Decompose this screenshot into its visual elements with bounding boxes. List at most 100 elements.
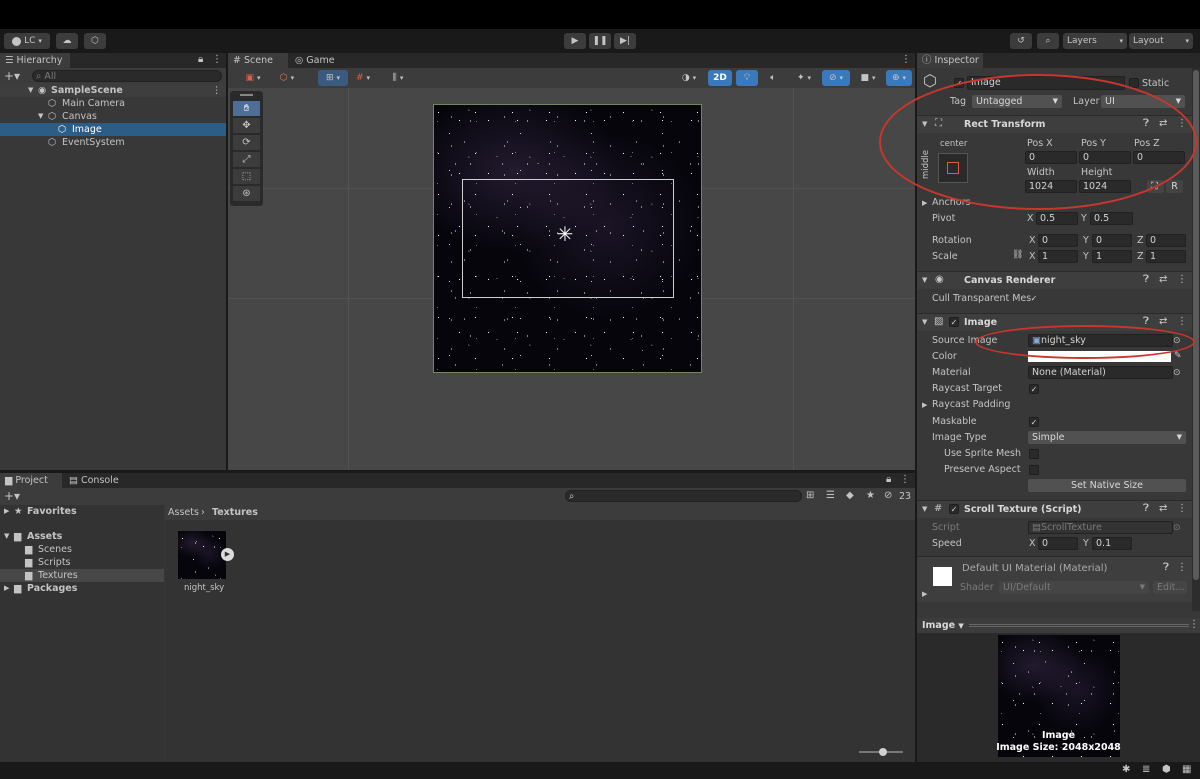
speed-y-input[interactable]: 0.1 xyxy=(1092,537,1132,550)
collab-button[interactable]: ⬡ xyxy=(84,33,106,49)
pause-button[interactable]: ❚❚ xyxy=(589,33,611,49)
link-icon[interactable]: ⛓ xyxy=(1012,249,1023,261)
speed-x-input[interactable]: 0 xyxy=(1038,537,1078,550)
menu-icon[interactable]: ⋮ xyxy=(212,84,222,97)
maskable-checkbox[interactable]: ✓ xyxy=(1029,417,1039,427)
scroll-texture-header[interactable]: ▼ # ✓ Scroll Texture (Script) ❓︎ ⇄ ⋮ xyxy=(917,500,1200,518)
hand-tool-button[interactable]: ✋︎ xyxy=(233,101,260,116)
list-item-selected[interactable]: ⬡ Image xyxy=(0,123,226,136)
add-icon[interactable]: +▾ xyxy=(4,490,20,502)
project-search-input[interactable]: ⌕ xyxy=(565,490,802,502)
scroll-texture-enabled-checkbox[interactable]: ✓ xyxy=(949,504,959,514)
rotation-z-input[interactable]: 0 xyxy=(1146,234,1186,247)
pivot-x-input[interactable]: 0.5 xyxy=(1036,212,1078,225)
audio-toggle[interactable]: 🔈︎ xyxy=(762,70,784,86)
label-icon[interactable]: ◆ xyxy=(846,490,854,502)
visibility-button[interactable]: ⊘ ▾ xyxy=(822,70,850,86)
cloud-button[interactable]: ☁ xyxy=(56,33,78,49)
play-icon[interactable]: ▶ xyxy=(221,548,234,561)
tab-hierarchy[interactable]: ☰ Hierarchy xyxy=(0,53,70,68)
chevron-right-icon[interactable]: ▶ xyxy=(922,197,927,209)
set-native-size-button[interactable]: Set Native Size xyxy=(1028,479,1186,492)
menu-icon[interactable]: ⋮ xyxy=(1189,619,1199,631)
add-icon[interactable]: +▾ xyxy=(4,70,20,82)
menu-icon[interactable]: ⋮ xyxy=(1177,503,1187,515)
pivot-y-input[interactable]: 0.5 xyxy=(1090,212,1133,225)
menu-icon[interactable]: ⋮ xyxy=(1177,274,1187,286)
menu-icon[interactable]: ⋮ xyxy=(212,54,222,66)
preset-icon[interactable]: ⇄ xyxy=(1159,503,1167,515)
list-item[interactable]: ⬡ Main Camera xyxy=(0,97,226,110)
scale-y-input[interactable]: 1 xyxy=(1092,250,1132,263)
bug-icon[interactable]: ✱ xyxy=(1122,764,1130,776)
database-icon[interactable]: ≣ xyxy=(1142,764,1150,776)
effects-button[interactable]: ✦ ▾ xyxy=(790,70,818,86)
layout-dropdown[interactable]: Layout ▾ xyxy=(1129,33,1193,49)
tab-scene[interactable]: # Scene xyxy=(228,53,288,68)
rotation-x-input[interactable]: 0 xyxy=(1038,234,1078,247)
breadcrumb-assets[interactable]: Assets xyxy=(168,506,199,519)
list-item[interactable]: ⬡ EventSystem xyxy=(0,136,226,149)
notification-icon[interactable]: ▦ xyxy=(1182,764,1191,776)
scene-viewport[interactable]: ✳ ✋︎ ✥ ⟳ ⤢ ⬚ ⊛ xyxy=(228,88,915,470)
gizmo-cube-button[interactable]: ⬡ ▾ xyxy=(272,70,302,86)
camera-button[interactable]: ■ ▾ xyxy=(854,70,882,86)
tab-console[interactable]: ▤ Console xyxy=(64,473,126,488)
tree-item-scenes[interactable]: ▆ Scenes xyxy=(0,543,164,556)
raw-edit-button[interactable]: R xyxy=(1166,180,1183,193)
package-icon[interactable]: ⬢ xyxy=(1162,764,1171,776)
preview-dropdown[interactable]: Image ▼ xyxy=(922,619,964,633)
history-button[interactable]: ↺ xyxy=(1010,33,1032,49)
preset-icon[interactable]: ⇄ xyxy=(1159,316,1167,328)
tab-inspector[interactable]: ⓘ Inspector xyxy=(917,53,983,68)
help-icon[interactable]: ❓︎ xyxy=(1163,562,1169,574)
eyedropper-icon[interactable]: ✎ xyxy=(1174,350,1182,362)
draw-mode-button[interactable]: ▣ ▾ xyxy=(238,70,268,86)
snap-button[interactable]: ⊞ ▾ xyxy=(318,70,348,86)
account-dropdown[interactable]: LC ▾ xyxy=(4,33,50,49)
transform-tool-button[interactable]: ⊛ xyxy=(233,186,260,201)
menu-icon[interactable]: ⋮ xyxy=(1177,562,1187,574)
image-type-dropdown[interactable]: Simple ▼ xyxy=(1028,431,1186,444)
shader-dropdown[interactable]: UI/Default ▼ xyxy=(999,581,1149,594)
increment-snap-button[interactable]: ⫼ ▾ xyxy=(380,70,416,86)
drag-handle[interactable] xyxy=(969,624,1189,627)
tree-item-packages[interactable]: ▶ ▆ Packages xyxy=(0,582,164,595)
search-by-type-icon[interactable]: ⊞ xyxy=(806,490,814,502)
tab-project[interactable]: ▆ Project xyxy=(0,473,62,488)
play-button[interactable]: ▶ xyxy=(564,33,586,49)
list-item[interactable]: ▼ ⬡ Canvas xyxy=(0,110,226,123)
chevron-right-icon[interactable]: ▶ xyxy=(922,399,927,411)
filter-icon[interactable]: ☰ xyxy=(826,490,835,502)
tab-game[interactable]: ◎ Game xyxy=(290,53,340,68)
layers-dropdown[interactable]: Layers ▾ xyxy=(1063,33,1127,49)
scale-tool-button[interactable]: ⤢ xyxy=(233,152,260,167)
lock-icon[interactable]: 🔒︎ xyxy=(198,54,203,66)
help-icon[interactable]: ❓︎ xyxy=(1143,503,1149,515)
tree-item-favorites[interactable]: ▶ ★ Favorites xyxy=(0,505,164,518)
scale-x-input[interactable]: 1 xyxy=(1038,250,1078,263)
edit-shader-button[interactable]: Edit... xyxy=(1153,581,1187,594)
tree-item-assets[interactable]: ▼ ▆ Assets xyxy=(0,530,164,543)
breadcrumb-textures[interactable]: Textures xyxy=(212,506,258,519)
canvas-renderer-header[interactable]: ▼ ◉ Canvas Renderer ❓︎ ⇄ ⋮ xyxy=(917,271,1200,289)
help-icon[interactable]: ❓︎ xyxy=(1143,274,1149,286)
search-button[interactable]: ⌕ xyxy=(1037,33,1059,49)
chevron-right-icon[interactable]: ▶ xyxy=(922,588,927,600)
rect-tool-button[interactable]: ⬚ xyxy=(233,169,260,184)
zoom-slider-handle[interactable] xyxy=(879,748,887,756)
help-icon[interactable]: ❓︎ xyxy=(1143,316,1149,328)
preserve-aspect-checkbox[interactable] xyxy=(1029,465,1039,475)
drag-handle[interactable] xyxy=(240,94,253,96)
raycast-target-checkbox[interactable]: ✓ xyxy=(1029,384,1039,394)
step-button[interactable]: ▶| xyxy=(614,33,636,49)
scale-z-input[interactable]: 1 xyxy=(1146,250,1186,263)
menu-icon[interactable]: ⋮ xyxy=(900,474,910,486)
object-picker-icon[interactable]: ⊙ xyxy=(1173,367,1181,379)
image-enabled-checkbox[interactable]: ✓ xyxy=(949,317,959,327)
menu-icon[interactable]: ⋮ xyxy=(1177,316,1187,328)
zoom-slider[interactable] xyxy=(859,748,903,756)
preset-icon[interactable]: ⇄ xyxy=(1159,274,1167,286)
hidden-packages-icon[interactable]: ⊘ xyxy=(884,490,892,502)
2d-toggle[interactable]: 2D xyxy=(708,70,732,86)
